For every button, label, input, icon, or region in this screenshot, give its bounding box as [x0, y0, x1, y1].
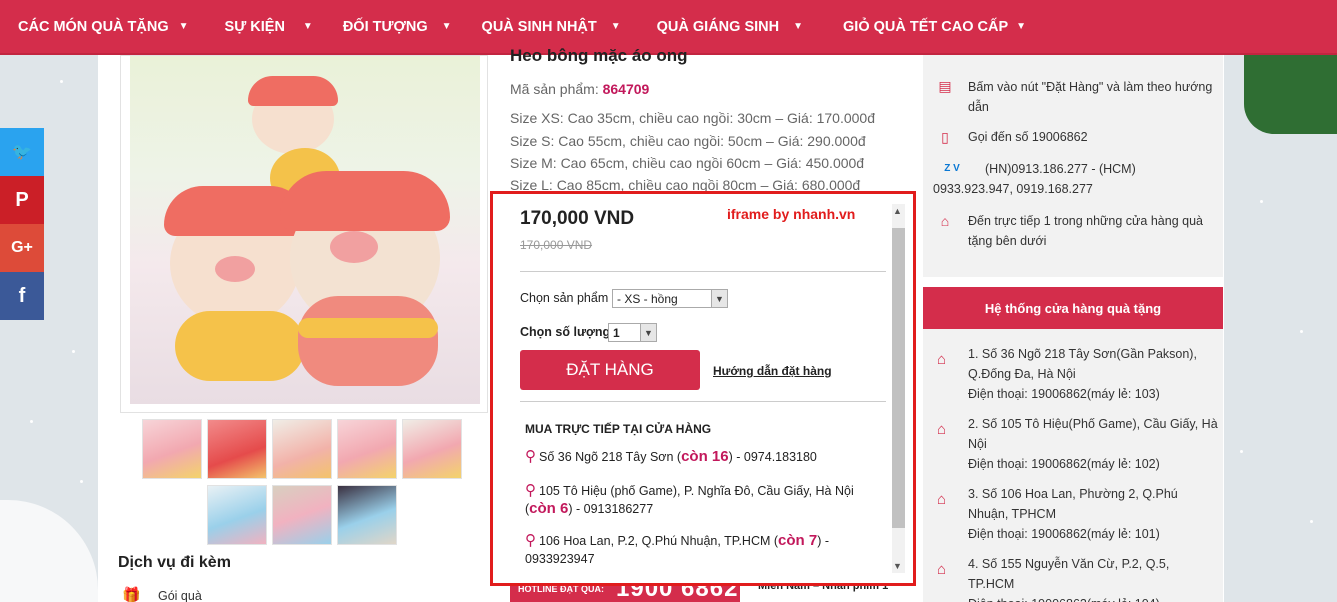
old-price: 170,000 VND: [520, 238, 593, 252]
product-thumbnail[interactable]: [337, 485, 397, 545]
divider: [520, 401, 886, 402]
divider: [520, 271, 886, 272]
store-system-item: 2. Số 105 Tô Hiệu(Phố Game), Cầu Giấy, H…: [968, 417, 1218, 471]
services-title: Dịch vụ đi kèm: [118, 554, 231, 571]
map-pin-icon: ⚲: [525, 448, 536, 465]
scrollbar-thumb[interactable]: [892, 228, 905, 528]
product-thumbnail[interactable]: [272, 485, 332, 545]
caret-down-icon: ▼: [302, 21, 313, 32]
nav-item-events[interactable]: SỰ KIỆN ▼: [189, 0, 313, 54]
chevron-down-icon: ▼: [711, 290, 727, 307]
chevron-down-icon: ▼: [640, 324, 656, 341]
store-entry: ⚲ 106 Hoa Lan, P.2, Q.Phú Nhuận, TP.HCM (…: [525, 532, 830, 566]
order-info-item: (HN)0913.186.277 - (HCM) 0933.923.947, 0…: [933, 162, 1136, 196]
pinterest-icon: P: [15, 188, 29, 211]
order-iframe: 170,000 VND 170,000 VND iframe by nhanh.…: [490, 191, 916, 586]
product-variant-select[interactable]: - XS - hồng ▼: [612, 289, 728, 308]
order-guide-link[interactable]: Hướng dẫn đặt hàng: [713, 364, 832, 378]
store-system-title: Hệ thống cửa hàng quà tặng: [923, 287, 1223, 329]
nav-item-gifts[interactable]: CÁC MÓN QUÀ TẶNG ▼: [0, 0, 189, 54]
quantity-select[interactable]: 1 ▼: [608, 323, 657, 342]
christmas-tree-decoration: [1244, 54, 1337, 134]
store-icon: ⌂: [940, 213, 950, 229]
product-main-image[interactable]: [120, 55, 488, 413]
store-system-panel: ⌂ 1. Số 36 Ngõ 218 Tây Sơn(Gần Pakson), …: [923, 329, 1223, 602]
product-thumbnail[interactable]: [337, 419, 397, 479]
scroll-down-icon[interactable]: ▼: [893, 561, 902, 571]
order-info-item: Bấm vào nút "Đặt Hàng" và làm theo hướng…: [968, 80, 1213, 114]
product-thumbnail[interactable]: [402, 419, 462, 479]
iframe-credit: iframe by nhanh.vn: [727, 206, 856, 222]
caret-down-icon: ▼: [793, 21, 804, 32]
store-icon: ⌂: [937, 561, 947, 578]
store-system-item: 4. Số 155 Nguyễn Văn Cừ, P.2, Q.5, TP.HC…: [968, 557, 1170, 602]
map-pin-icon: ⚲: [525, 532, 536, 549]
nav-item-tet-baskets[interactable]: GIỎ QUÀ TẾT CAO CẤP ▼: [803, 0, 1026, 54]
scroll-up-icon[interactable]: ▲: [893, 206, 902, 216]
calendar-icon: ▤: [938, 78, 952, 94]
caret-down-icon: ▼: [610, 21, 621, 32]
facebook-icon: f: [18, 284, 26, 307]
current-price: 170,000 VND: [520, 208, 635, 229]
store-entry: ⚲ Số 36 Ngõ 218 Tây Sơn (còn 16) - 0974.1…: [525, 448, 817, 465]
gift-icon: 🎁: [122, 587, 141, 602]
twitter-icon: 🐦: [12, 144, 32, 161]
pig-plush-photo: [130, 56, 480, 404]
store-entry: ⚲ 105 Tô Hiệu (phố Game), P. Nghĩa Đô, Cầ…: [525, 482, 854, 517]
order-info-item: Gọi đến số 19006862: [968, 130, 1088, 144]
size-line: Size S: Cao 55cm, chiều cao ngồi: 50cm –…: [510, 133, 866, 149]
pinterest-share-button[interactable]: P: [0, 176, 44, 224]
caret-down-icon: ▼: [1016, 21, 1027, 32]
product-code: Mã sản phẩm: 864709: [510, 81, 650, 97]
product-thumbnail[interactable]: [142, 419, 202, 479]
product-thumbnail[interactable]: [207, 485, 267, 545]
store-system-item: 1. Số 36 Ngõ 218 Tây Sơn(Gần Pakson), Q.…: [968, 347, 1197, 401]
store-icon: ⌂: [937, 351, 947, 368]
shops-title: MUA TRỰC TIẾP TẠI CỬA HÀNG: [525, 422, 712, 436]
map-pin-icon: ⚲: [525, 482, 536, 499]
order-button[interactable]: ĐẶT HÀNG: [520, 350, 700, 390]
phone-icon: ▯: [941, 129, 949, 145]
caret-down-icon: ▼: [441, 21, 452, 32]
size-line: Size XS: Cao 35cm, chiều cao ngồi: 30cm …: [510, 110, 875, 126]
store-icon: ⌂: [937, 421, 947, 438]
choose-product-label: Chọn sản phẩm: [520, 291, 609, 305]
google-plus-share-button[interactable]: G+: [0, 224, 44, 272]
choose-quantity-label: Chọn số lượng: [520, 325, 611, 339]
order-info-item: Đến trực tiếp 1 trong những cửa hàng quà…: [968, 214, 1203, 248]
product-thumbnail[interactable]: [272, 419, 332, 479]
iframe-scrollbar[interactable]: ▲ ▼: [892, 204, 905, 573]
store-system-item: 3. Số 106 Hoa Lan, Phường 2, Q.Phú Nhuận…: [968, 487, 1178, 541]
google-plus-icon: G+: [11, 239, 33, 256]
product-title: Heo bông mặc áo ong: [510, 46, 688, 65]
facebook-share-button[interactable]: f: [0, 272, 44, 320]
size-line: Size M: Cao 65cm, chiều cao ngồi 60cm – …: [510, 155, 865, 171]
twitter-share-button[interactable]: 🐦: [0, 128, 44, 176]
store-icon: ⌂: [937, 491, 947, 508]
product-thumbnail[interactable]: [207, 419, 267, 479]
order-info-panel: ▤ Bấm vào nút "Đặt Hàng" và làm theo hướ…: [923, 55, 1223, 277]
service-gift-wrap[interactable]: Gói quà: [158, 589, 202, 602]
caret-down-icon: ▼: [178, 21, 189, 32]
nav-item-audience[interactable]: ĐỐI TƯỢNG ▼: [313, 0, 452, 54]
